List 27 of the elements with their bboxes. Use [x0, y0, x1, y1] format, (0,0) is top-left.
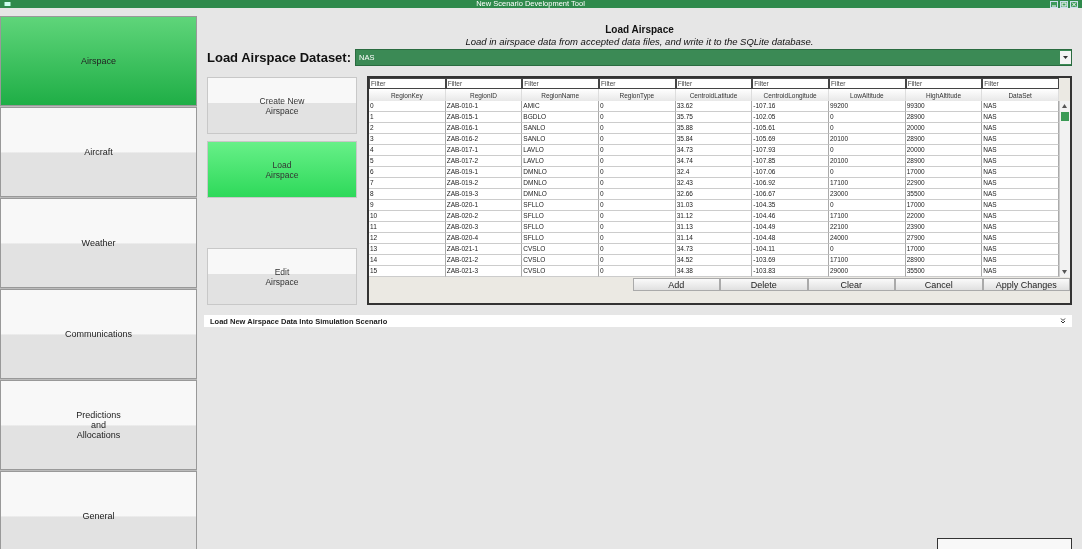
table-button[interactable]: Cancel [895, 278, 983, 291]
action-button[interactable]: Edit Airspace [207, 248, 357, 305]
nav-tab[interactable]: Airspace [0, 16, 197, 106]
page-subtitle: Load in airspace data from accepted data files, and write it to the SQLite database. [465, 36, 814, 47]
table-button[interactable]: Clear [807, 278, 895, 291]
scroll-down-icon[interactable] [1062, 270, 1068, 274]
nav-tab[interactable]: Aircraft [0, 107, 197, 197]
table-button[interactable]: Apply Changes [982, 278, 1070, 291]
nav-tab[interactable]: Predictions and Allocations [0, 380, 197, 470]
maximize-icon[interactable] [1060, 0, 1068, 8]
scrollbar[interactable] [1059, 101, 1070, 277]
close-icon[interactable] [1070, 0, 1078, 8]
dropdown-arrow-icon [1063, 56, 1068, 59]
chevron-down-icon [1060, 318, 1066, 324]
dataset-label: Load Airspace Dataset: [207, 50, 351, 65]
nav-tab[interactable]: Weather [0, 198, 197, 288]
scroll-thumb[interactable] [1061, 112, 1069, 121]
page-title: Load Airspace [605, 24, 674, 35]
scroll-up-icon[interactable] [1062, 104, 1068, 108]
nav-tab[interactable]: General [0, 471, 197, 549]
app-icon [4, 1, 11, 7]
action-button[interactable]: Create New Airspace [207, 77, 357, 134]
action-button[interactable]: Load Airspace [207, 141, 357, 198]
nav-tab[interactable]: Communications [0, 289, 197, 379]
table-button[interactable]: Add [632, 278, 720, 291]
minimize-icon[interactable] [1050, 0, 1058, 8]
table-button[interactable]: Delete [720, 278, 808, 291]
